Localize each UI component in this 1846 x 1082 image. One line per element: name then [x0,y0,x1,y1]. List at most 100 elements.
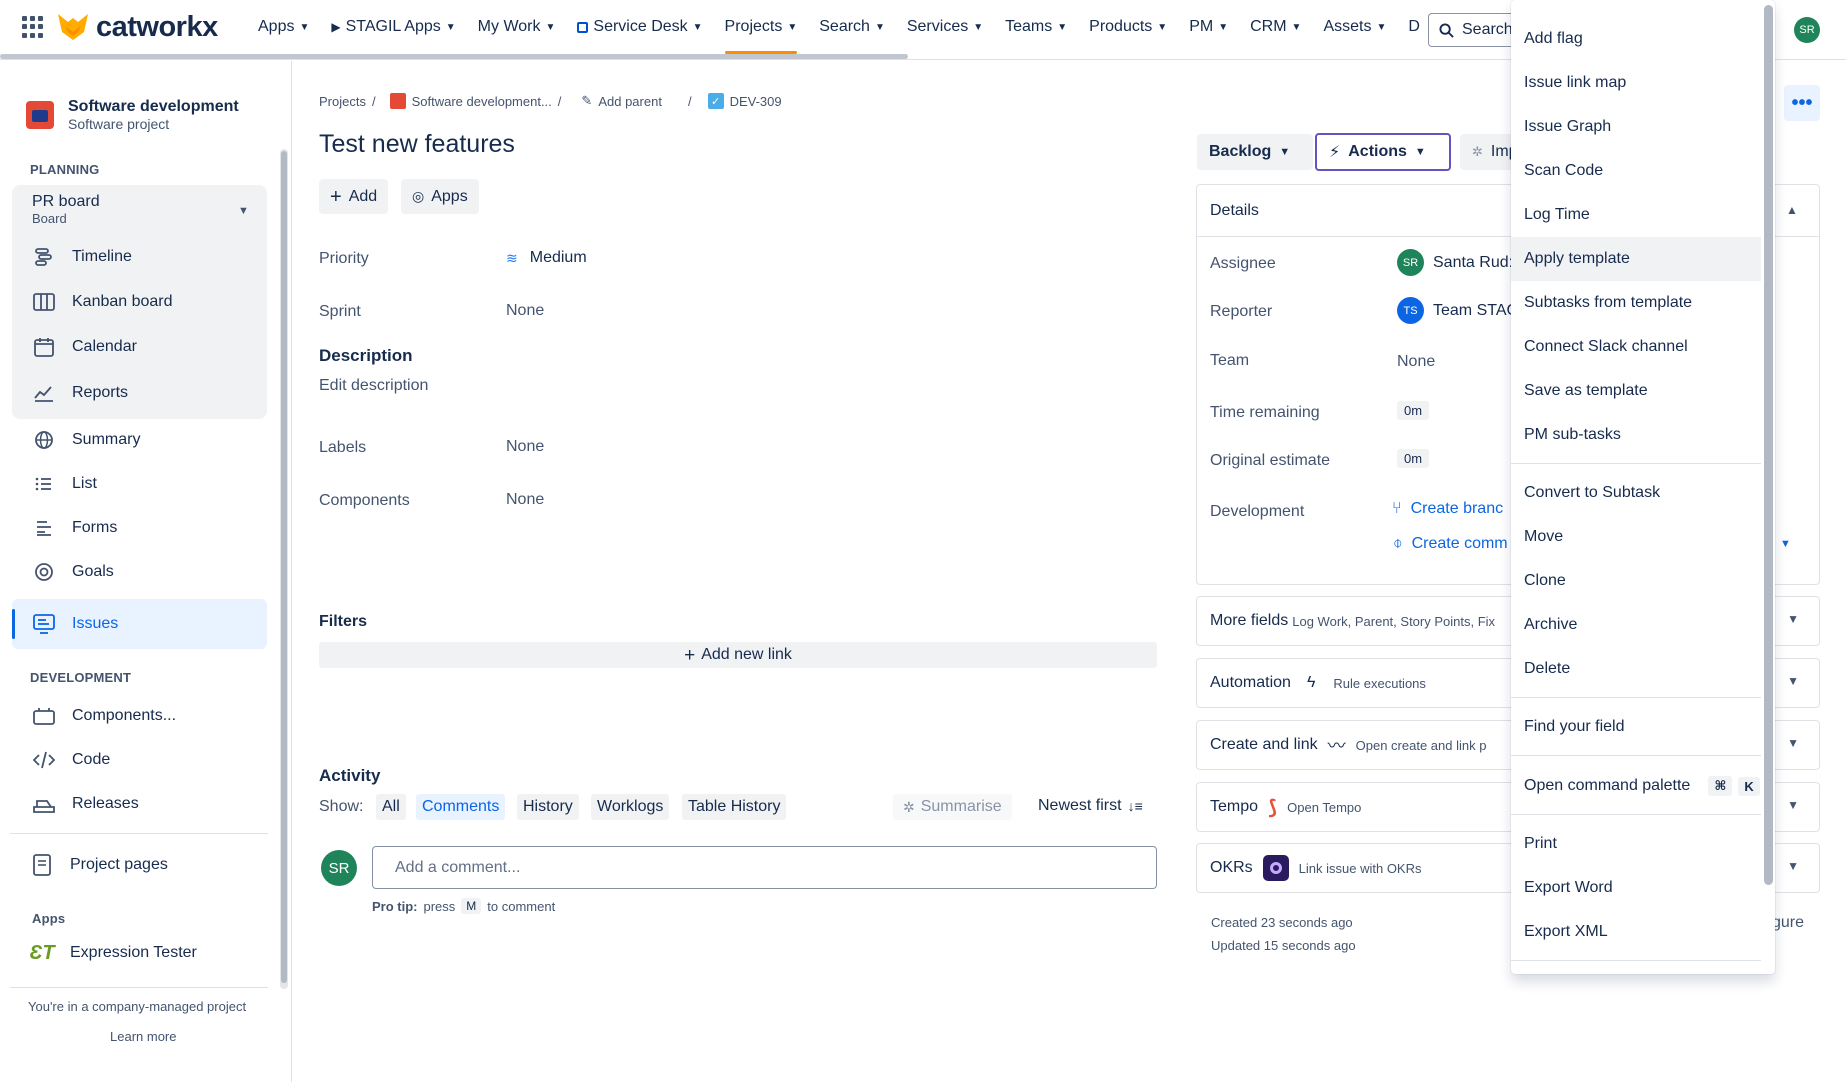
menu-item-issue-link-map[interactable]: Issue link map [1511,61,1761,105]
nav-search[interactable]: Search ▼ [819,0,885,54]
app-switcher-icon[interactable] [22,16,44,38]
goals-icon [32,560,56,584]
project-header[interactable]: Software development Software project [26,98,239,132]
summarise-button[interactable]: ✲ Summarise [893,794,1012,820]
chevron-down-icon[interactable]: ▼ [238,205,249,217]
sprint-field[interactable]: None [506,302,544,320]
menu-scrollbar[interactable] [1764,5,1773,885]
learn-more-link[interactable]: Learn more [110,1029,176,1044]
nav-apps[interactable]: Apps ▼ [258,0,309,54]
configure-button[interactable]: gure [1772,914,1804,932]
assignee-field[interactable]: SR Santa Rud: [1397,249,1513,276]
more-actions-button[interactable]: ••• [1784,85,1820,121]
chevron-down-icon[interactable]: ▼ [1780,538,1791,550]
chevron-up-icon[interactable]: ▲ [1786,203,1798,217]
sidebar-item-issues[interactable]: Issues [32,612,118,636]
reporter-field[interactable]: TS Team STAG [1397,297,1519,324]
menu-item-export-xml[interactable]: Export XML [1511,910,1761,954]
tab-table-history[interactable]: Table History [682,794,787,820]
chevron-down-icon: ▼ [1376,21,1387,33]
tab-comments[interactable]: Comments [416,794,506,820]
create-commit-link[interactable]: ⌽ Create comm [1393,535,1508,553]
sidebar-item-list[interactable]: List [32,472,97,496]
nav-scrollbar[interactable] [0,54,908,59]
add-button[interactable]: + Add [319,179,389,214]
sort-button[interactable]: Newest first ↓≡ [1038,797,1143,815]
chevron-down-icon: ▼ [1787,674,1799,688]
menu-item-move[interactable]: Move [1511,515,1761,559]
breadcrumb-issue-key[interactable]: DEV-309 [730,94,782,109]
comment-input[interactable]: Add a comment... [372,846,1157,889]
logo[interactable]: catworkx [56,10,218,44]
actions-button[interactable]: ⚡ Actions ▼ [1315,133,1451,171]
user-avatar[interactable]: SR [1794,17,1820,43]
tab-worklogs[interactable]: Worklogs [591,794,670,820]
kanban-icon [32,290,56,314]
nav-teams[interactable]: Teams ▼ [1005,0,1067,54]
sidebar-item-calendar[interactable]: Calendar [32,335,137,359]
menu-item-archive[interactable]: Archive [1511,603,1761,647]
sidebar-item-timeline[interactable]: Timeline [32,245,132,269]
tab-history[interactable]: History [517,794,579,820]
breadcrumb-add-parent[interactable]: Add parent [598,94,662,109]
menu-item-subtasks-from-template[interactable]: Subtasks from template [1511,281,1761,325]
sidebar-item-goals[interactable]: Goals [32,560,114,584]
priority-field[interactable]: ≋ Medium [506,249,587,267]
menu-item-export-word[interactable]: Export Word [1511,866,1761,910]
board-selector[interactable]: PR board Board [32,193,100,226]
sidebar-item-kanban-board[interactable]: Kanban board [32,290,173,314]
nav-my-work[interactable]: My Work ▼ [478,0,556,54]
status-dropdown[interactable]: Backlog ▼ [1197,134,1313,170]
breadcrumb-projects[interactable]: Projects [319,94,366,109]
breadcrumb-project[interactable]: Software development... [412,94,552,109]
menu-item-issue-graph[interactable]: Issue Graph [1511,105,1761,149]
sidebar-scrollbar[interactable] [280,149,288,989]
sidebar-item-forms[interactable]: Forms [32,516,117,540]
menu-item-save-as-template[interactable]: Save as template [1511,369,1761,413]
nav-projects[interactable]: Projects ▼ [724,0,797,54]
sidebar-item-code[interactable]: Code [32,748,110,772]
menu-item-print[interactable]: Print [1511,822,1761,866]
menu-item-scan-code[interactable]: Scan Code [1511,149,1761,193]
nav-crm[interactable]: CRM ▼ [1250,0,1301,54]
menu-item-log-time[interactable]: Log Time [1511,193,1761,237]
menu-item-open-command-palette[interactable]: Open command palette ⌘ K [1511,764,1761,808]
nav-products[interactable]: Products ▼ [1089,0,1167,54]
tab-all[interactable]: All [376,794,406,820]
menu-item-connect-slack-channel[interactable]: Connect Slack channel [1511,325,1761,369]
apps-button[interactable]: ◎ Apps [401,179,479,214]
components-field[interactable]: None [506,491,544,509]
created-timestamp: Created 23 seconds ago [1211,915,1353,930]
sidebar-item-project-pages[interactable]: Project pages [30,853,168,877]
issue-title[interactable]: Test new features [319,130,515,159]
description-field[interactable]: Edit description [319,377,428,395]
menu-item-clone[interactable]: Clone [1511,559,1761,603]
menu-item-pm-sub-tasks[interactable]: PM sub-tasks [1511,413,1761,457]
board-type: Board [32,211,67,226]
original-estimate-field[interactable]: 0m [1397,449,1430,468]
sidebar-item-reports[interactable]: Reports [32,381,128,405]
nav-service-desk[interactable]: Service Desk ▼ [577,0,703,54]
chevron-down-icon: ▼ [1279,146,1291,158]
nav-stagil-apps[interactable]: ▶ STAGIL Apps ▼ [331,0,455,54]
time-remaining-field[interactable]: 0m [1397,401,1430,420]
team-field[interactable]: None [1397,353,1435,371]
branch-icon: ⑂ [1392,500,1402,517]
nav-pm[interactable]: PM ▼ [1189,0,1228,54]
sidebar-item-summary[interactable]: Summary [32,428,140,452]
menu-item-convert-to-subtask[interactable]: Convert to Subtask [1511,471,1761,515]
nav-assets[interactable]: Assets ▼ [1323,0,1386,54]
nav-services[interactable]: Services ▼ [907,0,983,54]
nav-d[interactable]: D [1408,0,1420,54]
sidebar-item-expression-tester[interactable]: ƐT Expression Tester [29,941,196,965]
sidebar-item-releases[interactable]: Releases [32,792,139,816]
add-new-link-button[interactable]: + Add new link [319,642,1157,668]
menu-item-find-your-field[interactable]: Find your field [1511,705,1761,749]
pro-tip: Pro tip: press M to comment [372,898,556,914]
menu-item-add-flag[interactable]: Add flag [1511,17,1761,61]
menu-item-apply-template[interactable]: Apply template [1511,237,1761,281]
create-branch-link[interactable]: ⑂ Create branc [1392,500,1503,518]
labels-field[interactable]: None [506,438,544,456]
sidebar-item-components[interactable]: Components... [32,704,176,728]
menu-item-delete[interactable]: Delete [1511,647,1761,691]
